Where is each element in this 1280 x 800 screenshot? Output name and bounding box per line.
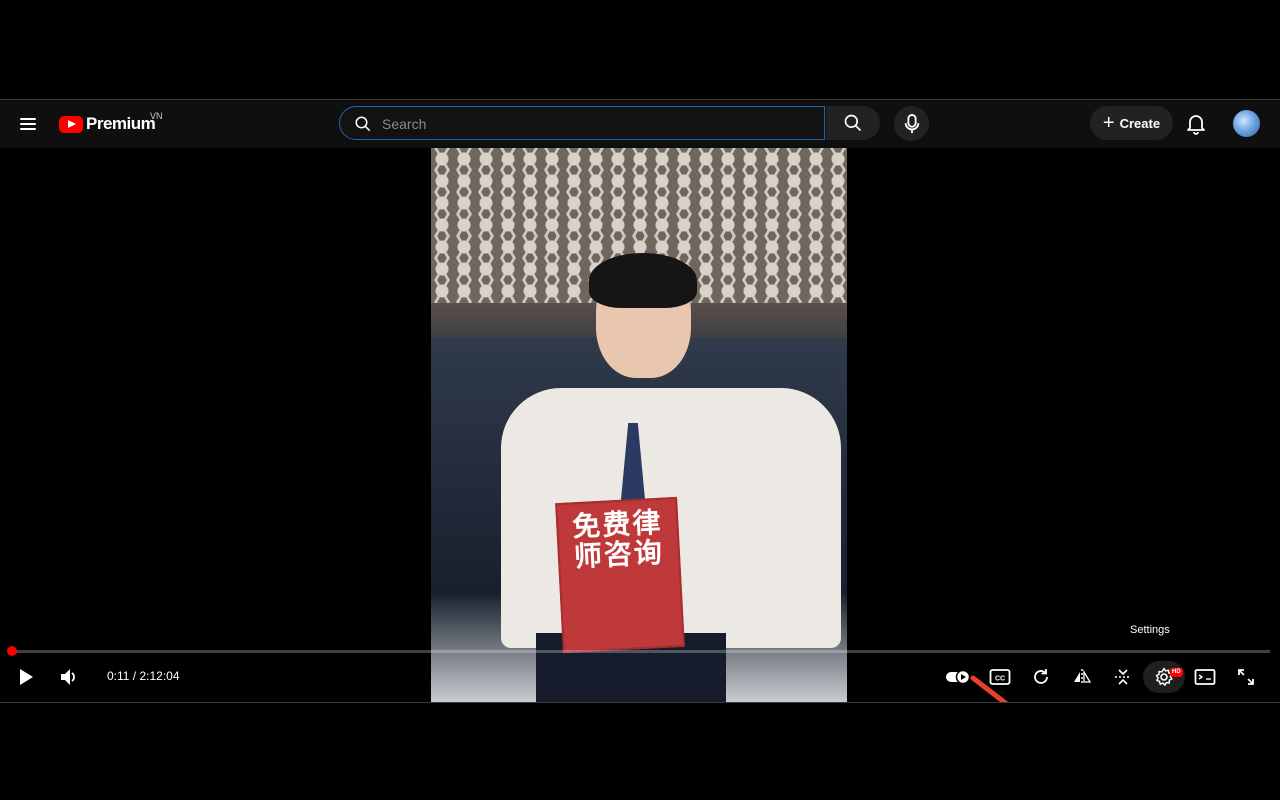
top-bar: Premium VN + Create	[0, 100, 1280, 148]
fullscreen-icon	[1238, 669, 1254, 685]
annotation-arrow-icon	[970, 675, 1009, 702]
collapse-button[interactable]	[1111, 665, 1135, 689]
menu-icon[interactable]	[17, 112, 41, 136]
create-button[interactable]: + Create	[1090, 106, 1173, 140]
video-frame[interactable]: 免费律师咨询	[431, 148, 847, 702]
volume-button[interactable]	[56, 665, 80, 689]
plus-icon: +	[1102, 112, 1115, 134]
youtube-play-logo-icon	[59, 115, 83, 133]
country-code: VN	[150, 111, 163, 121]
create-label: Create	[1119, 115, 1161, 131]
play-button[interactable]	[14, 665, 38, 689]
logo-text: Premium	[86, 114, 156, 133]
quality-badge: HD	[1170, 668, 1183, 677]
fullscreen-exit-icon	[1115, 669, 1131, 685]
time-display: 0:11 / 2:12:04	[107, 669, 180, 683]
miniplayer-button[interactable]	[1193, 665, 1217, 689]
youtube-premium-logo[interactable]: Premium	[59, 113, 156, 135]
search-button[interactable]	[826, 106, 880, 140]
settings-tooltip: Settings	[1130, 624, 1170, 636]
mic-icon	[904, 113, 919, 133]
search-input[interactable]	[380, 107, 814, 141]
progress-scrubber[interactable]	[6, 646, 17, 656]
search-icon	[844, 114, 862, 132]
sign-text: 免费律师咨询	[571, 505, 665, 574]
search-box[interactable]	[339, 106, 825, 141]
voice-search-button[interactable]	[894, 106, 929, 141]
red-sign: 免费律师咨询	[555, 496, 685, 654]
progress-bar[interactable]	[10, 650, 1270, 653]
fullscreen-button[interactable]	[1234, 665, 1258, 689]
miniplayer-icon	[1194, 669, 1216, 685]
play-icon	[20, 669, 33, 685]
volume-icon	[61, 669, 75, 685]
avatar[interactable]	[1233, 110, 1260, 137]
mirror-icon	[1074, 669, 1092, 685]
search-icon	[355, 116, 371, 132]
bell-icon[interactable]	[1184, 111, 1208, 135]
app-frame: Premium VN + Create 免费律师咨询	[0, 99, 1280, 703]
person-hair	[589, 253, 697, 308]
